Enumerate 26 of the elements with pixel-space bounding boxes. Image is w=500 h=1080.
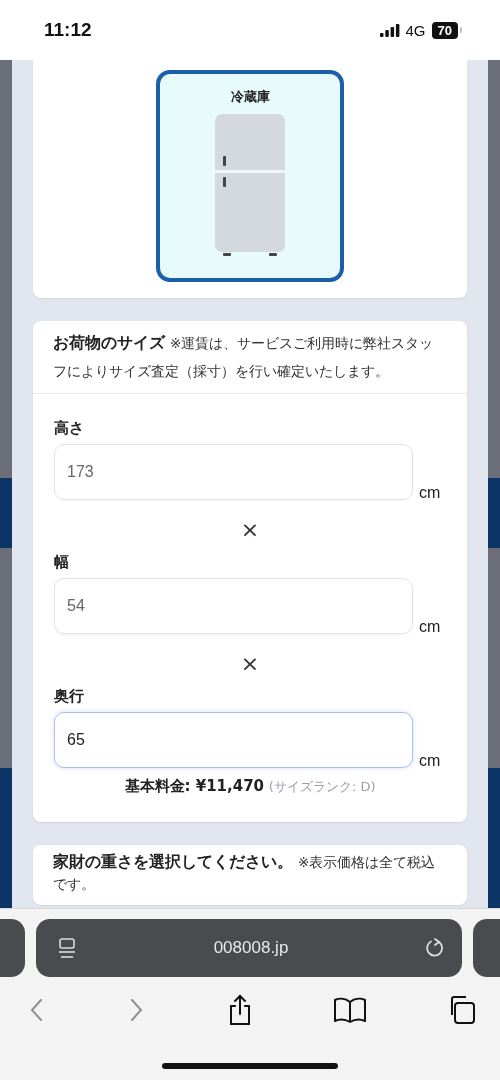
adjacent-tab[interactable] bbox=[473, 919, 500, 977]
field-label: 幅 bbox=[54, 552, 69, 573]
signal-icon bbox=[379, 23, 400, 37]
field-label: 奥行 bbox=[54, 686, 84, 707]
status-time: 11:12 bbox=[44, 19, 92, 41]
adjacent-tab[interactable] bbox=[0, 919, 25, 977]
multiply-sign: × bbox=[240, 518, 260, 542]
base-price: 基本料金: ¥11,470 (サイズランク: D) bbox=[124, 776, 376, 797]
section-heading: お荷物のサイズ ※運賃は、サービスご利用時に弊社スタッフによりサイズ査定（採寸）を行い確定いたします。 bbox=[53, 332, 435, 381]
address-bar[interactable]: 008008.jp bbox=[36, 919, 462, 977]
url-text: 008008.jp bbox=[213, 938, 289, 958]
unit-label: cm bbox=[419, 484, 441, 502]
item-tile[interactable]: 冷蔵庫 bbox=[156, 70, 344, 282]
field-label: 高さ bbox=[54, 418, 84, 439]
unit-label: cm bbox=[419, 618, 441, 636]
bookmarks-icon[interactable] bbox=[332, 996, 367, 1024]
page-menu-icon[interactable] bbox=[56, 937, 78, 959]
input-field[interactable]: 54 bbox=[54, 578, 413, 634]
multiply-sign: × bbox=[240, 652, 260, 676]
network-label: 4G bbox=[405, 21, 426, 39]
input-field[interactable]: 173 bbox=[54, 444, 413, 500]
tile-label: 冷蔵庫 bbox=[230, 88, 270, 106]
unit-label: cm bbox=[419, 752, 441, 770]
section-heading: 家財の重さを選択してください。 ※表示価格は全て税込です。 bbox=[53, 851, 437, 894]
reload-icon[interactable] bbox=[424, 937, 446, 959]
input-field[interactable]: 65 bbox=[54, 712, 413, 768]
